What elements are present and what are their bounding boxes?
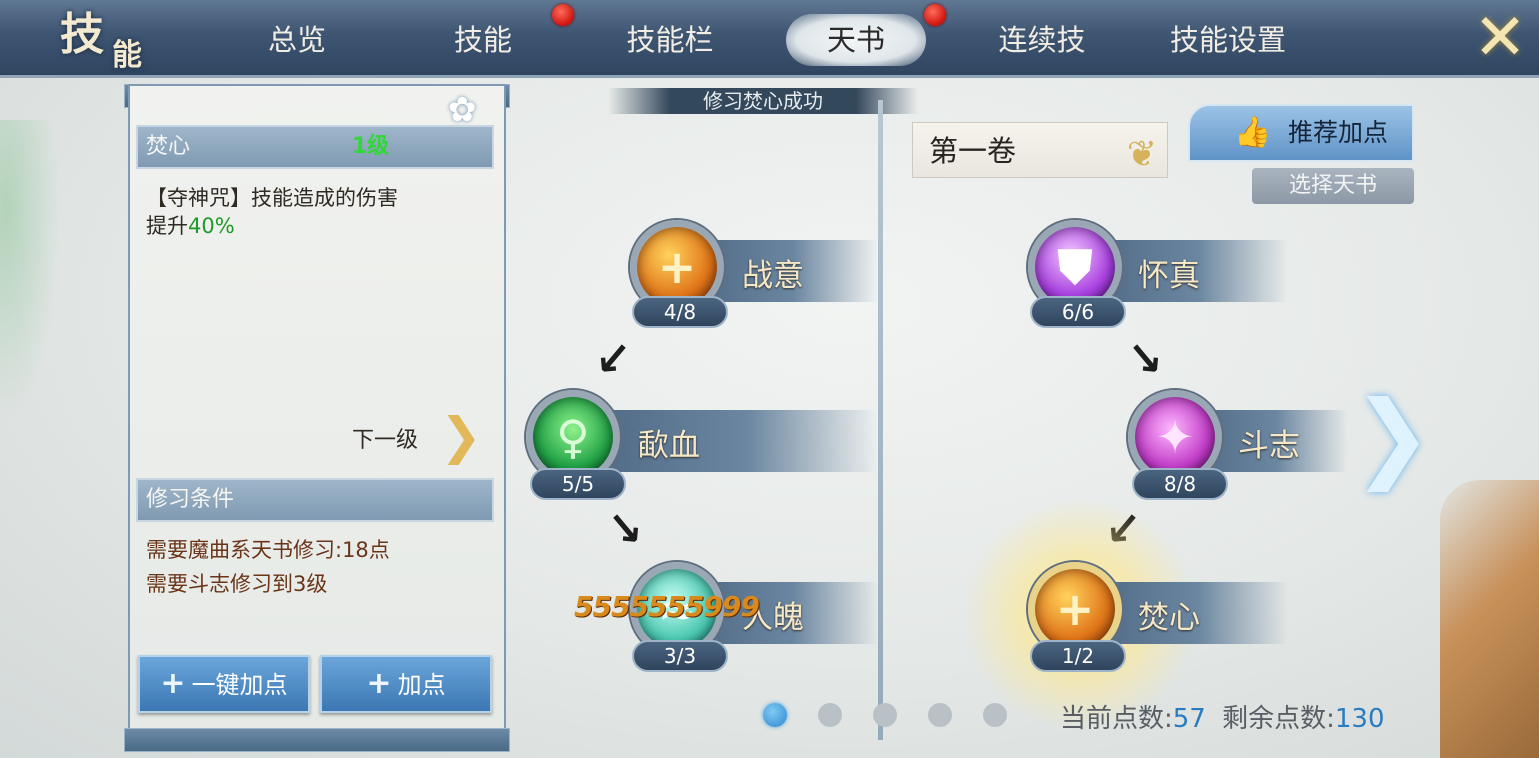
notification-dot <box>552 4 574 26</box>
skill-progress-renpo: 3/3 <box>632 640 728 672</box>
add-point-button[interactable]: + 加点 <box>320 655 492 713</box>
logo-char-1: 技 <box>60 9 104 60</box>
plus-emblem-icon: + <box>1055 582 1095 636</box>
arrow-down-right-icon: ↓ <box>595 498 657 561</box>
left-ornament <box>0 120 60 420</box>
tab-overview[interactable]: 总览 <box>262 14 332 66</box>
arrow-down-left-icon: ↓ <box>581 328 643 391</box>
skill-name-shaxue: 歃血 <box>638 428 700 464</box>
skill-name-zhanyi: 战意 <box>742 258 804 294</box>
close-x-icon[interactable]: ✕ <box>1468 6 1532 70</box>
skill-progress-huaizhen: 6/6 <box>1030 296 1126 328</box>
tab-heavenly-book[interactable]: 天书 <box>786 14 926 66</box>
recommend-points-label: 推荐加点 <box>1287 118 1388 147</box>
tab-skills[interactable]: 技能 <box>448 14 518 66</box>
plus-icon: + <box>160 666 186 701</box>
remaining-points-label: 剩余点数: <box>1222 704 1335 734</box>
skill-name: 焚心 <box>146 134 191 159</box>
page-dot-4[interactable] <box>928 703 952 727</box>
skill-level: 1级 <box>352 134 390 159</box>
next-level-arrow-icon[interactable]: ❯ <box>440 408 482 464</box>
damage-number: 5555555999 <box>574 590 760 623</box>
crystal-icon: ✦ <box>1155 410 1195 464</box>
add-point-label: 加点 <box>397 671 446 699</box>
skill-name-huaizhen: 怀真 <box>1138 258 1200 294</box>
requirement-line-2: 需要斗志修习到3级 <box>146 572 328 596</box>
skill-title-bar: 焚心 1级 <box>136 125 494 169</box>
skill-description: 【夺神咒】技能造成的伤害 提升40% <box>146 184 486 240</box>
remaining-points-value: 130 <box>1334 704 1385 734</box>
plus-icon: + <box>366 666 392 701</box>
tab-combo-skills[interactable]: 连续技 <box>992 14 1092 66</box>
skill-name-fenxin: 焚心 <box>1138 600 1200 636</box>
select-book-button[interactable]: 选择天书 <box>1252 168 1414 204</box>
current-points-value: 57 <box>1172 704 1206 734</box>
skill-desc-line2: 提升 <box>146 214 188 238</box>
volume-selector[interactable]: 第一卷 ❦ <box>912 122 1168 178</box>
volume-label: 第一卷 <box>929 134 1017 168</box>
one-click-add-label: 一键加点 <box>191 671 288 699</box>
recommend-points-button[interactable]: 👍 推荐加点 <box>1188 104 1414 162</box>
top-nav-bar: 技 能 总览 技能 技能栏 天书 连续技 技能设置 ✕ <box>0 0 1539 78</box>
shield-icon: ⛊ <box>1057 240 1093 294</box>
thumbs-up-icon: 👍 <box>1234 115 1272 150</box>
skill-progress-fenxin: 1/2 <box>1030 640 1126 672</box>
one-click-add-button[interactable]: + 一键加点 <box>138 655 310 713</box>
notification-dot <box>924 4 946 26</box>
tab-skill-settings[interactable]: 技能设置 <box>1166 14 1290 66</box>
next-level-label: 下一级 <box>352 428 419 453</box>
flower-icon: ✿ <box>448 90 477 130</box>
page-dot-5[interactable] <box>983 703 1007 727</box>
skill-progress-shaxue: 5/5 <box>530 468 626 500</box>
arrow-down-right-icon: ↓ <box>1115 328 1177 391</box>
requirements-title: 修习条件 <box>146 487 235 512</box>
page-dot-2[interactable] <box>818 703 842 727</box>
skill-progress-zhanyi: 4/8 <box>632 296 728 328</box>
skill-desc-line1: 【夺神咒】技能造成的伤害 <box>146 186 398 210</box>
skill-progress-douzhi: 8/8 <box>1132 468 1228 500</box>
tab-skill-bar[interactable]: 技能栏 <box>620 14 720 66</box>
skill-band <box>586 410 878 472</box>
page-dot-3[interactable] <box>873 703 897 727</box>
panel-bottom-cap <box>124 728 510 752</box>
requirement-line-1: 需要魔曲系天书修习:18点 <box>146 538 390 562</box>
page-dot-1[interactable] <box>763 703 787 727</box>
current-points-label: 当前点数: <box>1060 704 1173 734</box>
skills-logo: 技 能 <box>12 0 152 78</box>
tree-divider <box>878 100 883 740</box>
plus-emblem-icon: + <box>657 240 697 294</box>
success-toast: 修习焚心成功 <box>608 88 918 114</box>
requirements-title-bar: 修习条件 <box>136 478 494 522</box>
scroll-ornament <box>1440 480 1539 758</box>
points-readout: 当前点数:57 剩余点数:130 <box>1060 698 1385 735</box>
logo-char-2: 能 <box>112 38 142 73</box>
skill-desc-value: 40% <box>188 214 235 238</box>
next-page-arrow-icon[interactable]: ❯ <box>1352 386 1432 486</box>
skill-name-douzhi: 斗志 <box>1238 428 1300 464</box>
figure-icon: ♀ <box>556 410 590 464</box>
chevron-down-icon: ❦ <box>1126 134 1157 175</box>
